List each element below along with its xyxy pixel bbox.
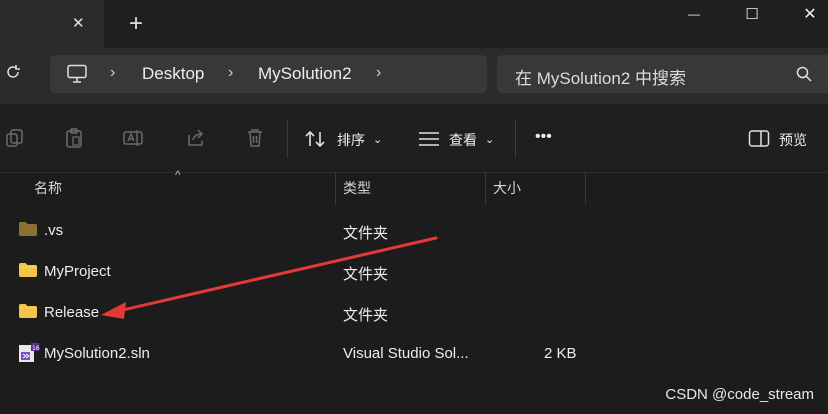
watermark: CSDN @code_stream [665,386,814,403]
annotation-arrow [101,236,438,319]
